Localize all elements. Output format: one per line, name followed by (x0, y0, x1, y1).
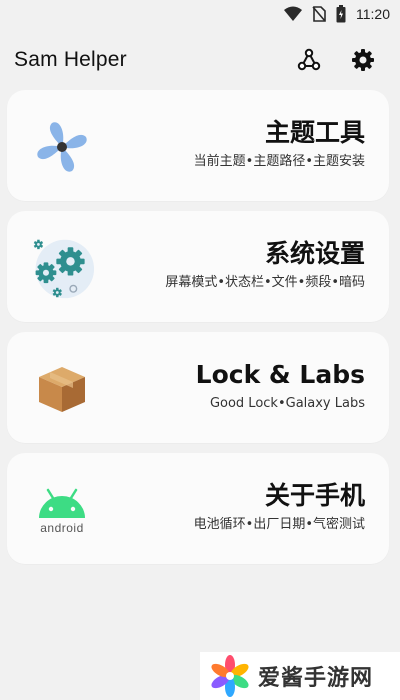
android-icon: android (29, 477, 95, 543)
about-phone-text: 关于手机 电池循环•出厂日期•气密测试 (194, 481, 365, 533)
battery-icon (336, 5, 346, 23)
card-title: Lock & Labs (195, 360, 365, 389)
card-title: 关于手机 (264, 481, 365, 510)
no-sim-icon (312, 6, 326, 22)
wifi-icon (284, 6, 302, 22)
watermark-logo-icon (211, 655, 249, 697)
card-title: 系统设置 (264, 239, 365, 268)
lock-labs-text: Lock & Labs Good Lock•Galaxy Labs (196, 360, 365, 412)
app-title: Sam Helper (14, 48, 127, 71)
card-subtitle: 当前主题•主题路径•主题安装 (193, 154, 365, 169)
watermark: 爱酱手游网 (200, 652, 400, 700)
card-subtitle: 屏幕模式•状态栏•文件•频段•暗码 (165, 275, 365, 290)
box-icon (29, 356, 95, 422)
card-title: 主题工具 (264, 118, 365, 147)
settings-gear-icon[interactable] (350, 47, 376, 73)
system-settings-text: 系统设置 屏幕模式•状态栏•文件•频段•暗码 (165, 239, 365, 291)
about-phone-card[interactable]: android 关于手机 电池循环•出厂日期•气密测试 (7, 453, 389, 564)
system-settings-card[interactable]: 系统设置 屏幕模式•状态栏•文件•频段•暗码 (7, 211, 389, 322)
pinwheel-icon (29, 114, 95, 180)
lock-labs-card[interactable]: Lock & Labs Good Lock•Galaxy Labs (7, 332, 389, 443)
app-bar: Sam Helper (0, 38, 400, 82)
watermark-text: 爱酱手游网 (258, 666, 374, 691)
card-subtitle: 电池循环•出厂日期•气密测试 (193, 517, 365, 532)
gears-icon (29, 235, 95, 301)
theme-tools-text: 主题工具 当前主题•主题路径•主题安装 (194, 118, 365, 170)
share-icon[interactable] (296, 47, 322, 73)
theme-tools-card[interactable]: 主题工具 当前主题•主题路径•主题安装 (7, 90, 389, 201)
app-actions (296, 47, 376, 73)
status-time: 11:20 (356, 6, 390, 22)
android-wordmark: android (40, 520, 84, 535)
status-bar: 11:20 (0, 0, 400, 28)
card-subtitle: Good Lock•Galaxy Labs (209, 396, 365, 411)
